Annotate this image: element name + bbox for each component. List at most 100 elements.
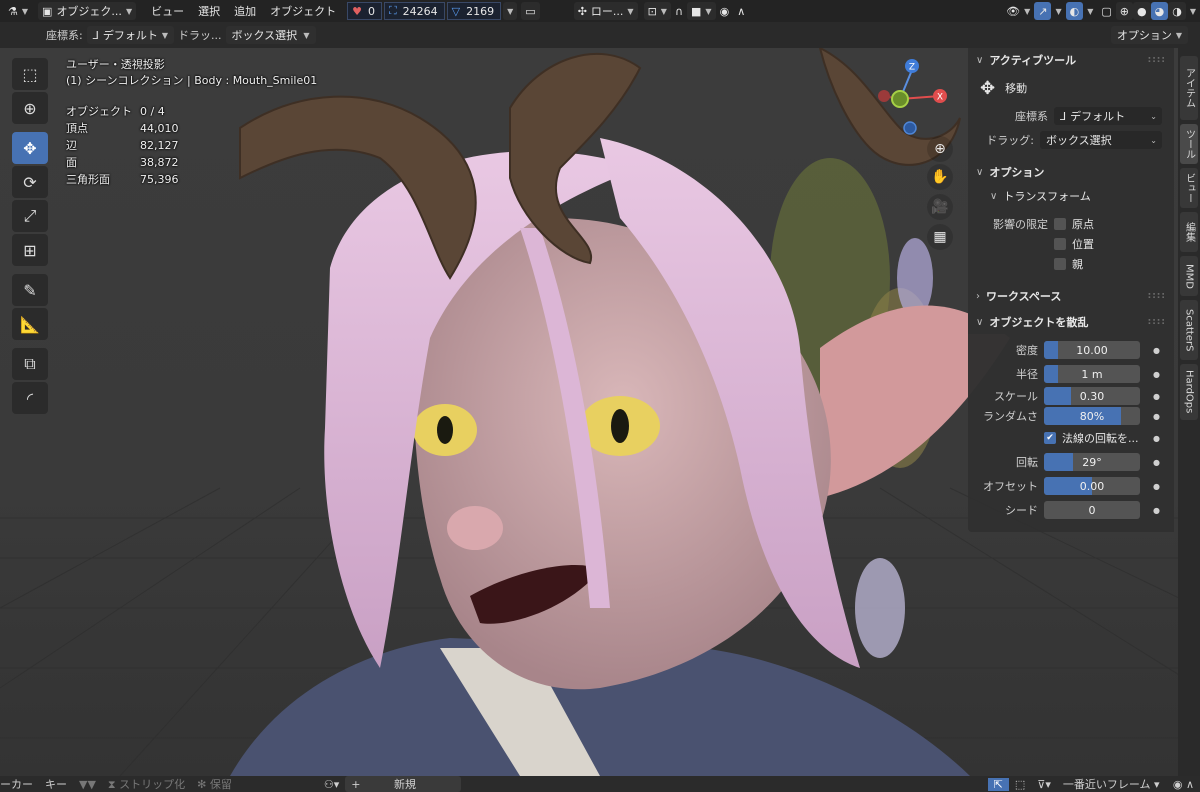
panel-active-tool-header[interactable]: ∨ アクティブツール:::: xyxy=(968,48,1174,72)
snap-target-select[interactable]: ■ ▼ xyxy=(687,2,716,20)
scatter-random-field[interactable]: 80% xyxy=(1044,407,1140,425)
tab-view[interactable]: ビュー xyxy=(1180,168,1198,208)
ortho-toggle-button[interactable]: ▦ xyxy=(927,224,953,250)
stat-bounds[interactable]: ⛶ 24264 xyxy=(383,2,445,20)
select-box-tool[interactable]: ⬚ xyxy=(12,58,48,90)
menu-key[interactable]: キー xyxy=(39,776,73,792)
add-cube-tool[interactable]: ⧉ xyxy=(12,348,48,380)
zoom-button[interactable]: ⊕ xyxy=(927,136,953,162)
tab-scatter[interactable]: ScatterS xyxy=(1180,300,1198,360)
overlay-toggle[interactable]: ◐ xyxy=(1065,2,1084,20)
navigation-gizmo[interactable]: Z X xyxy=(870,54,960,140)
action-select[interactable]: ⚇▾ xyxy=(318,778,345,791)
pan-button[interactable]: ✋ xyxy=(927,164,953,190)
normal-rotation-checkbox[interactable]: ✔ xyxy=(1044,432,1056,444)
annotate-tool[interactable]: ✎ xyxy=(12,274,48,306)
visibility-select[interactable]: 👁 ▼ xyxy=(1002,2,1034,20)
shading-material[interactable]: ◕ xyxy=(1150,2,1169,20)
keyframe-dot-icon[interactable]: ● xyxy=(1153,482,1160,491)
shading-select[interactable]: ▼ xyxy=(1186,2,1200,20)
solid-sphere-icon: ● xyxy=(1137,4,1147,18)
measure-tool[interactable]: 📐 xyxy=(12,308,48,340)
menu-view[interactable]: ビュー xyxy=(144,3,191,19)
scatter-offset-field[interactable]: 0.00 xyxy=(1044,477,1140,495)
grip-icon[interactable]: :::: xyxy=(1148,55,1166,65)
stat-vertex[interactable]: ▽ 2169 xyxy=(446,2,502,20)
image-button[interactable]: ▭ xyxy=(521,2,540,20)
scatter-scale-field[interactable]: 0.30 xyxy=(1044,387,1140,405)
gizmo-select[interactable]: ▼ xyxy=(1051,2,1065,20)
overlay-select[interactable]: ▼ xyxy=(1083,2,1097,20)
menu-select[interactable]: 選択 xyxy=(191,3,227,19)
box-select-button[interactable]: ⬚ xyxy=(1009,778,1031,791)
stat-heart[interactable]: ♥ 0 xyxy=(347,2,382,20)
stat-row: 辺 82,127 xyxy=(66,139,179,152)
mode-select[interactable]: ▣ オブジェク... ▼ xyxy=(38,2,137,20)
scatter-radius-field[interactable]: 1 m xyxy=(1044,365,1140,383)
active-tool-drag-select[interactable]: ボックス選択 ⌄ xyxy=(1040,131,1162,149)
scale-tool[interactable]: ⤢ xyxy=(12,200,48,232)
shading-wireframe[interactable]: ⊕ xyxy=(1115,2,1134,20)
menu-object[interactable]: オブジェクト xyxy=(263,3,343,19)
select-tool-button[interactable]: ⇱ xyxy=(987,777,1009,791)
tab-edit[interactable]: 編集 xyxy=(1180,212,1198,252)
keyframe-dot-icon[interactable]: ● xyxy=(1153,434,1160,443)
grip-icon[interactable]: :::: xyxy=(1148,291,1166,301)
proportional-toggle[interactable]: ◉ ∧ xyxy=(1167,778,1200,791)
affect-origin-checkbox[interactable] xyxy=(1054,218,1066,230)
rotate-tool[interactable]: ⟳ xyxy=(12,166,48,198)
snapping-select[interactable]: 一番近いフレーム ▾ xyxy=(1057,776,1167,792)
grip-icon[interactable]: :::: xyxy=(1148,317,1166,327)
coord-select[interactable]: ⅃ デフォルト ▼ xyxy=(86,26,175,44)
keyframe-dot-icon[interactable]: ● xyxy=(1153,392,1160,401)
snap-select[interactable]: ⊡ ▼ xyxy=(643,2,671,20)
panel-workspace-header[interactable]: › ワークスペース:::: xyxy=(968,284,1174,308)
keyframe-dot-icon[interactable]: ● xyxy=(1153,370,1160,379)
scatter-seed-field[interactable]: 0 xyxy=(1044,501,1140,519)
filter-icon: ⊽ xyxy=(1037,777,1046,791)
proportional-edit-toggle[interactable]: ◉ xyxy=(716,2,734,20)
new-action-button[interactable]: + 新規 xyxy=(345,776,462,792)
menu-add[interactable]: 追加 xyxy=(227,3,263,19)
affect-parent-checkbox[interactable] xyxy=(1054,258,1066,270)
xray-toggle[interactable]: ▢ xyxy=(1097,2,1115,20)
transform-tool[interactable]: ⊞ xyxy=(12,234,48,266)
keyframe-dot-icon[interactable]: ● xyxy=(1153,346,1160,355)
tab-item[interactable]: アイテム xyxy=(1180,56,1198,120)
filter-button[interactable]: ⊽▾ xyxy=(1031,778,1057,791)
move-tool[interactable]: ✥ xyxy=(12,132,48,164)
drag-select[interactable]: ボックス選択 ▼ xyxy=(225,26,316,44)
cursor-tool[interactable]: ⊕ xyxy=(12,92,48,124)
stat-dropdown[interactable]: ▼ xyxy=(503,2,518,20)
camera-button[interactable]: 🎥 xyxy=(927,194,953,220)
pivot-select[interactable]: ✣ ロー... ▼ xyxy=(573,2,638,20)
editor-type-button[interactable]: ⚗ ▼ xyxy=(4,2,32,20)
3d-viewport[interactable]: ⬚ ⊕ ✥ ⟳ ⤢ ⊞ ✎ 📐 ⧉ ◜ ユーザー・透視投影 (1) シーンコレク… xyxy=(0,48,1200,776)
keyframe-dot-icon[interactable]: ● xyxy=(1153,506,1160,515)
menu-marker[interactable]: ーカー xyxy=(0,776,39,792)
active-tool-row[interactable]: ✥ 移動 xyxy=(968,72,1174,104)
active-tool-coord-select[interactable]: ⅃ デフォルト ⌄ xyxy=(1054,107,1162,125)
strip-button[interactable]: ⧗ ストリップ化 xyxy=(102,776,191,792)
wireframe-sphere-icon: ⊕ xyxy=(1119,4,1130,18)
snap-toggle[interactable]: ∩ xyxy=(671,2,687,20)
scatter-rotation-field[interactable]: 29° xyxy=(1044,453,1140,471)
tab-mmd[interactable]: MMD xyxy=(1180,256,1198,296)
keyframe-dot-icon[interactable]: ● xyxy=(1153,412,1160,421)
keyframe-type-select[interactable]: ▼▼ xyxy=(73,778,102,791)
panel-scatter-header[interactable]: ∨ オブジェクトを散乱:::: xyxy=(968,310,1174,334)
scatter-density-field[interactable]: 10.00 xyxy=(1044,341,1140,359)
panel-options-header[interactable]: ∨ オプション xyxy=(968,160,1174,184)
tab-hardops[interactable]: HardOps xyxy=(1180,364,1198,420)
tab-tool[interactable]: ツール xyxy=(1180,124,1198,164)
gizmo-toggle[interactable]: ↗ xyxy=(1034,2,1052,20)
shading-rendered[interactable]: ◑ xyxy=(1168,2,1186,20)
options-button[interactable]: オプション ▼ xyxy=(1110,26,1188,44)
bevel-tool[interactable]: ◜ xyxy=(12,382,48,414)
keep-button[interactable]: ✻ 保留 xyxy=(191,776,238,792)
affect-location-checkbox[interactable] xyxy=(1054,238,1066,250)
shading-solid[interactable]: ● xyxy=(1133,2,1151,20)
panel-transform-subheader[interactable]: ∨ トランスフォーム xyxy=(968,184,1174,208)
keyframe-dot-icon[interactable]: ● xyxy=(1153,458,1160,467)
falloff-select[interactable]: ∧ xyxy=(733,2,749,20)
